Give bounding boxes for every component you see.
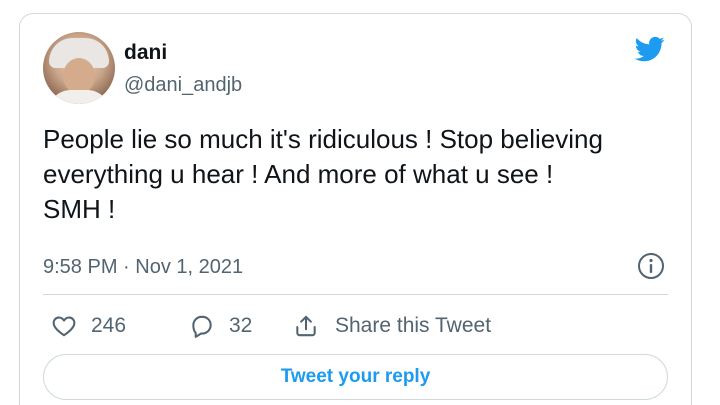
heart-icon	[52, 316, 76, 337]
display-name[interactable]: dani	[124, 41, 167, 65]
like-button[interactable]: 246	[51, 311, 126, 341]
avatar-shirt	[47, 90, 111, 104]
like-count: 246	[91, 314, 127, 337]
tweet-text: People lie so much it's ridiculous ! Sto…	[43, 124, 603, 224]
share-label: Share this Tweet	[335, 314, 492, 337]
info-icon[interactable]	[637, 252, 665, 280]
tweet-timestamp[interactable]: 9:58 PM · Nov 1, 2021	[43, 255, 243, 279]
avatar-face	[63, 58, 95, 94]
action-bar: 246 32 Share this Tweet	[43, 296, 668, 356]
twitter-bird-icon[interactable]	[633, 34, 667, 64]
tweet-card: dani @dani_andjb People lie so much it's…	[19, 13, 692, 405]
user-handle[interactable]: @dani_andjb	[124, 73, 242, 97]
reply-count: 32	[229, 314, 253, 337]
share-icon	[296, 315, 316, 337]
share-button[interactable]: Share this Tweet	[293, 311, 491, 341]
divider	[43, 294, 668, 295]
avatar[interactable]	[43, 32, 115, 104]
comment-bubble-icon	[192, 315, 212, 338]
reply-button[interactable]: 32	[189, 311, 252, 341]
tweet-your-reply-button[interactable]: Tweet your reply	[43, 354, 668, 400]
